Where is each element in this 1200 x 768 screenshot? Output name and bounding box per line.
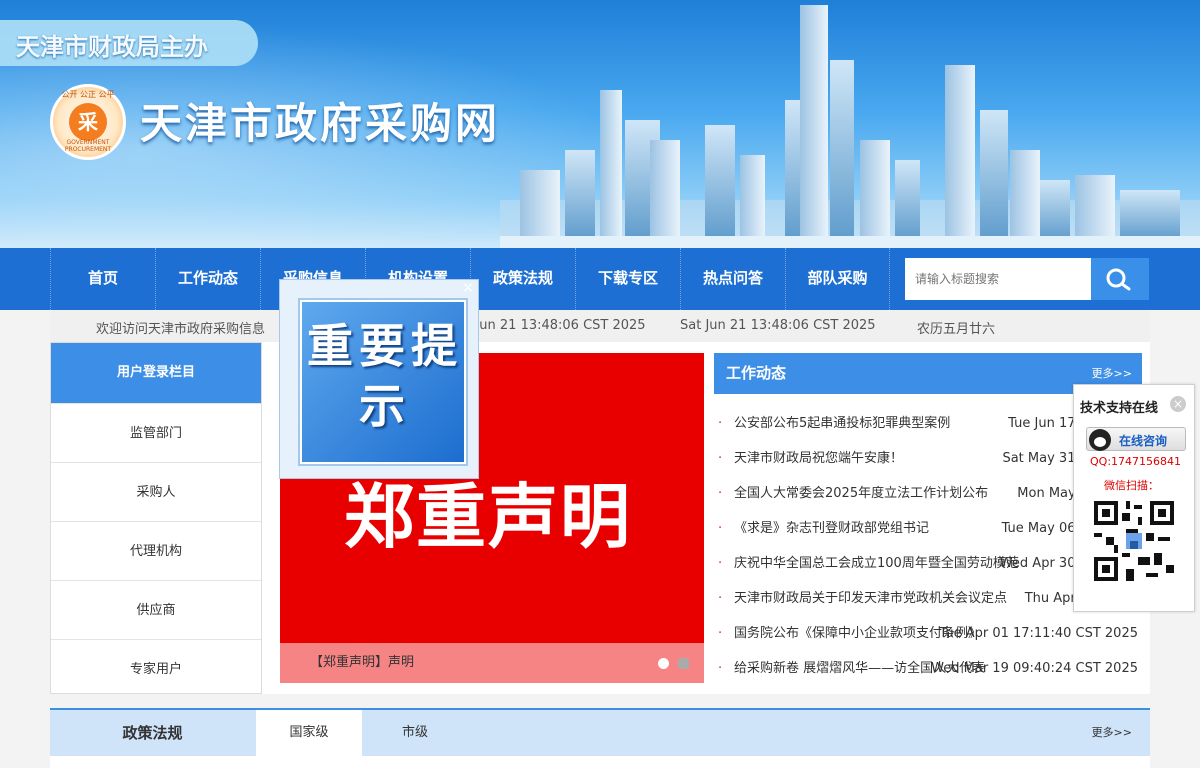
policy-more-link[interactable]: 更多>> <box>1092 710 1132 756</box>
notice-text: 重要提示 <box>307 319 463 433</box>
sidebar-item-purchaser[interactable]: 采购人 <box>51 462 261 521</box>
search-icon <box>1106 268 1131 291</box>
news-item-title[interactable]: 全国人大常委会2025年度立法工作计划公布 <box>734 476 988 511</box>
qq-penguin-icon <box>1089 429 1111 451</box>
news-item[interactable]: 给采购新卷 展熠熠风华——访全国人大代表Wed Mar 19 09:40:24 … <box>714 651 1142 686</box>
news-item-title[interactable]: 公安部公布5起串通投标犯罪典型案例 <box>734 406 950 441</box>
close-icon[interactable]: × <box>1170 396 1186 412</box>
welcome-text: 欢迎访问天津市政府采购信息 <box>96 322 266 337</box>
lunar-date: 农历五月廿六 <box>917 322 996 337</box>
nav-item-work-news[interactable]: 工作动态 <box>155 248 260 310</box>
sidebar-item-agency[interactable]: 代理机构 <box>51 521 261 580</box>
logo-mark: 采 <box>69 103 107 141</box>
nav-item-military[interactable]: 部队采购 <box>785 248 890 310</box>
tab-national[interactable]: 国家级 <box>256 710 362 756</box>
header-banner: 天津市财政局主办 公开 公正 公平 采 GOVERNMENT PROCUREME… <box>0 0 1200 248</box>
sponsor-badge: 天津市财政局主办 <box>0 20 258 66</box>
current-time-1: Sat Jun 21 13:48:06 CST 2025 <box>450 318 646 333</box>
news-item-title[interactable]: 天津市财政局祝您端午安康！ <box>734 441 903 476</box>
news-item-date: Tue Apr 01 17:11:40 CST 2025 <box>939 626 1138 641</box>
news-item-title[interactable]: 《求是》杂志刊登财政部党组书记 <box>734 511 929 546</box>
news-item-title[interactable]: 庆祝中华全国总工会成立100周年暨全国劳动模范 <box>734 546 1019 581</box>
qq-number: QQ:1747156841 <box>1090 455 1182 468</box>
important-notice-popup[interactable]: × 重要提示 <box>279 279 479 479</box>
notice-panel[interactable]: 重要提示 <box>300 300 466 464</box>
wechat-scan-label: 微信扫描： <box>1104 479 1159 492</box>
news-item-title[interactable]: 天津市财政局关于印发天津市党政机关会议定点 <box>734 581 1007 616</box>
policy-title: 政策法规 <box>122 724 183 742</box>
user-login-sidebar: 用户登录栏目 监管部门 采购人 代理机构 供应商 专家用户 <box>50 342 262 694</box>
search-input[interactable] <box>905 258 1091 300</box>
nav-item-home[interactable]: 首页 <box>50 248 155 310</box>
search-button[interactable] <box>1091 258 1149 300</box>
sidebar-item-regulator[interactable]: 监管部门 <box>51 403 261 462</box>
nav-item-policy[interactable]: 政策法规 <box>470 248 575 310</box>
close-icon[interactable]: × <box>460 280 476 296</box>
nav-item-downloads[interactable]: 下载专区 <box>575 248 680 310</box>
sidebar-item-supplier[interactable]: 供应商 <box>51 580 261 639</box>
online-consult-label: 在线咨询 <box>1119 434 1168 448</box>
support-title: 技术支持在线 <box>1080 401 1159 416</box>
sidebar-title: 用户登录栏目 <box>51 343 261 403</box>
city-skyline-image <box>500 5 1200 248</box>
sidebar-item-expert[interactable]: 专家用户 <box>51 639 261 698</box>
news-item[interactable]: 国务院公布《保障中小企业款项支付条例》Tue Apr 01 17:11:40 C… <box>714 616 1142 651</box>
slide-dot-1[interactable] <box>658 658 669 669</box>
slide-dot-2[interactable] <box>678 658 689 669</box>
logo-tagline: 公开 公正 公平 <box>61 90 115 99</box>
logo-bottom-text: GOVERNMENT PROCUREMENT <box>64 139 112 153</box>
site-logo[interactable]: 公开 公正 公平 采 GOVERNMENT PROCUREMENT <box>50 84 126 160</box>
tech-support-float: 技术支持在线 × 在线咨询 QQ:1747156841 微信扫描： <box>1073 384 1195 612</box>
slide-caption[interactable]: 【郑重声明】声明 <box>280 643 704 683</box>
sponsor-text: 天津市财政局主办 <box>16 33 208 61</box>
info-ticker: 欢迎访问天津市政府采购信息 Sat Jun 21 13:48:06 CST 20… <box>50 310 1150 342</box>
online-consult-button[interactable]: 在线咨询 <box>1086 427 1186 451</box>
policy-section: 政策法规 国家级 市级 更多>> <box>50 708 1150 768</box>
site-title: 天津市政府采购网 <box>140 99 501 148</box>
tab-municipal[interactable]: 市级 <box>370 710 460 756</box>
wechat-qr-code-icon <box>1090 497 1178 585</box>
nav-item-faq[interactable]: 热点问答 <box>680 248 785 310</box>
current-time-2: Sat Jun 21 13:48:06 CST 2025 <box>680 318 876 333</box>
news-item-date: Wed Mar 19 09:40:24 CST 2025 <box>931 661 1138 676</box>
news-panel-title: 工作动态 <box>726 364 787 382</box>
